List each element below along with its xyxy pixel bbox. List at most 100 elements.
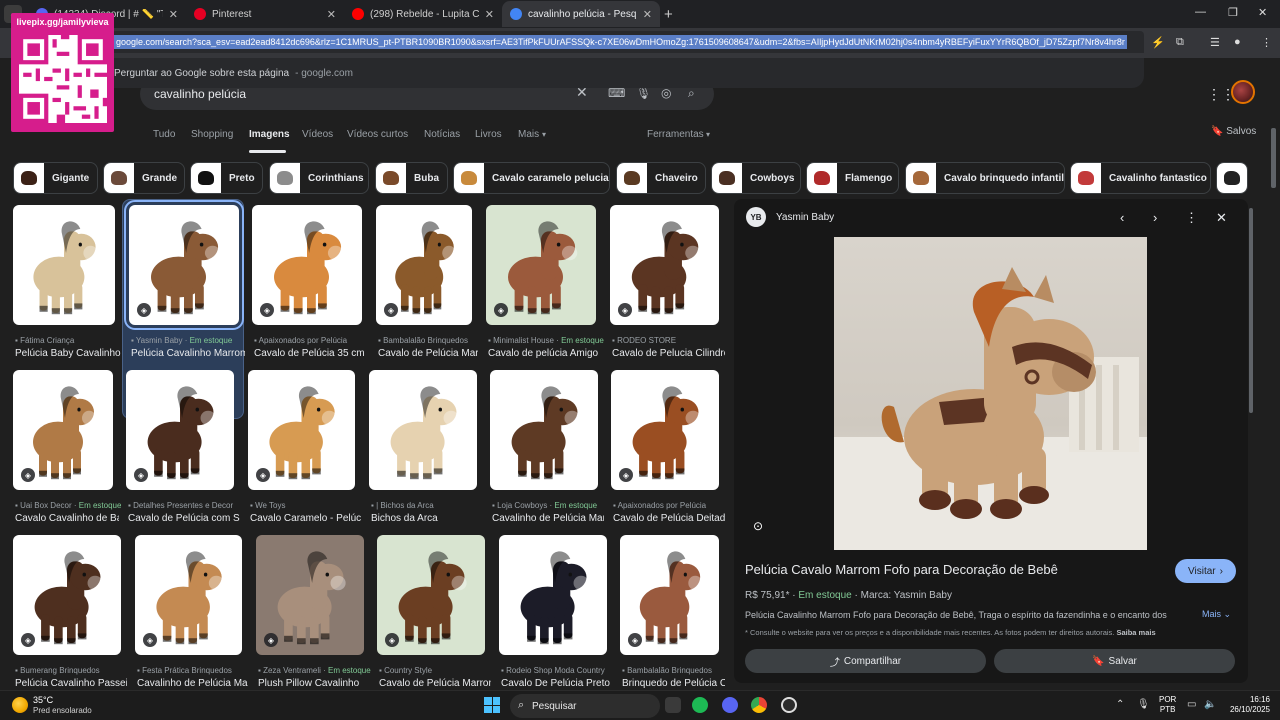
result-image[interactable]: ◈ (126, 370, 234, 490)
result-source[interactable]: ▪ Yasmin Baby · Em estoque (131, 336, 247, 345)
chrome-icon[interactable] (751, 697, 767, 713)
close-icon[interactable]: ✕ (1216, 210, 1227, 226)
tab-videos[interactable]: Vídeos (302, 129, 333, 140)
browser-menu-icon[interactable]: ⋮ (1261, 36, 1272, 49)
result-title[interactable]: Cavalo de Pelucia Cilindro (612, 348, 725, 359)
chip[interactable]: Cavalinho fantastico (1070, 162, 1211, 194)
image-result-card[interactable]: ◈ ▪ RODEO STORE Cavalo de Pelucia Cilindro (610, 205, 725, 365)
image-result-card[interactable]: ◈ ▪ Apaixonados por Pelúcia Cavalo de Pelú… (252, 205, 365, 365)
tab-youtube[interactable]: (298) Rebelde - Lupita Cantand ✕ (344, 1, 502, 27)
result-title[interactable]: Cavalinho de Pelúcia Marrom (492, 513, 604, 524)
search-query[interactable]: cavalinho pelúcia (154, 87, 246, 101)
result-image[interactable]: ◈ (486, 205, 596, 325)
result-source[interactable]: ▪ Detalhes Presentes e Decor (128, 501, 242, 510)
image-result-card[interactable]: ◈ ▪ Apaixonados por Pelúcia Cavalo de Pelú… (611, 370, 725, 530)
chip[interactable]: Grande (103, 162, 185, 194)
result-source[interactable]: ▪ We Toys (250, 501, 363, 510)
result-image[interactable]: ◈ (124, 200, 244, 330)
chip[interactable]: Buba (375, 162, 448, 194)
result-source[interactable]: ▪ Rodeio Shop Moda Country (501, 666, 615, 675)
preview-scrollbar[interactable] (1249, 208, 1253, 413)
tab-google-search[interactable]: cavalinho pelúcia - Pesquisa Go ✕ (502, 1, 660, 27)
result-source[interactable]: ▪ Fátima Criança (15, 336, 123, 345)
result-title[interactable]: Cavalinho de Pelúcia Marrom (137, 678, 248, 689)
result-title[interactable]: Brinquedo de Pelúcia Cavalo (622, 678, 725, 689)
image-result-card[interactable]: ◈ ▪ Bumerang Brinquedos Pelúcia Cavalinho … (13, 535, 127, 695)
chip[interactable]: Cowboys (711, 162, 801, 194)
extensions-puzzle-icon[interactable]: ⧉ (1176, 36, 1184, 49)
lens-icon[interactable]: ◎ (661, 86, 671, 100)
image-result-card[interactable]: ▪ Rodeio Shop Moda Country Cavalo De Pelú… (499, 535, 610, 695)
result-image[interactable]: ◈ (620, 535, 719, 655)
result-image[interactable]: ◈ (376, 205, 472, 325)
result-source[interactable]: ▪ Bambalalão Brinquedos (378, 336, 480, 345)
result-source[interactable]: ▪ Apaixonados por Pelúcia (613, 501, 727, 510)
save-button[interactable]: 🔖 Salvar (994, 649, 1235, 673)
image-result-card[interactable]: ▪ | Bichos da Arca Bichos da Arca (369, 370, 477, 530)
result-image[interactable]: ◈ (248, 370, 355, 490)
tab-more[interactable]: Mais (518, 129, 539, 140)
tab-books[interactable]: Livros (475, 129, 502, 140)
lens-search-icon[interactable]: ⊙ (753, 519, 763, 533)
account-avatar[interactable] (1231, 80, 1255, 104)
spotify-icon[interactable] (692, 697, 708, 713)
result-title[interactable]: Cavalo de Pelúcia Marrom (379, 678, 491, 689)
result-image[interactable]: ◈ (256, 535, 364, 655)
new-tab-button[interactable]: + (664, 6, 673, 23)
close-tab-icon[interactable]: ✕ (327, 8, 336, 21)
result-source[interactable]: ▪ Zeza Ventrameli · Em estoque (258, 666, 372, 675)
windows-start-icon[interactable] (484, 697, 500, 713)
volume-icon[interactable]: 🔈 (1204, 699, 1216, 710)
visit-button[interactable]: Visitar › (1175, 559, 1236, 583)
omnibox-suggestion[interactable]: Perguntar ao Google sobre esta página - … (100, 58, 1144, 88)
result-source[interactable]: ▪ Apaixonados por Pelúcia (254, 336, 370, 345)
close-tab-icon[interactable]: ✕ (169, 8, 178, 21)
image-result-card[interactable]: ◈ ▪ Country Style Cavalo de Pelúcia Marrom (377, 535, 491, 695)
reading-list-icon[interactable]: ☰ (1210, 36, 1220, 49)
image-result-card[interactable]: ◈ ▪ Festa Prática Brinquedos Cavalinho de … (135, 535, 248, 695)
saved-button[interactable]: 🔖 Salvos (1211, 126, 1256, 137)
image-result-card[interactable]: ▪ Fátima Criança Pelúcia Baby Cavalinho (13, 205, 121, 365)
image-result-card[interactable]: ◈ ▪ Detalhes Presentes e Decor Cavalo de P… (126, 370, 240, 530)
result-source[interactable]: ▪ | Bichos da Arca (371, 501, 485, 510)
more-button[interactable]: Mais ⌄ (1202, 609, 1231, 620)
result-image[interactable] (13, 205, 115, 325)
weather-temp[interactable]: 35°C (33, 695, 53, 705)
result-source[interactable]: ▪ Country Style (379, 666, 493, 675)
chip[interactable]: Gigante (13, 162, 98, 194)
result-title[interactable]: Cavalo de Pelúcia Deitado (613, 513, 725, 524)
app-icon[interactable] (781, 697, 797, 713)
image-result-card[interactable]: ◈ ▪ Bambalalão Brinquedos Cavalo de Pelúci… (376, 205, 478, 365)
result-title[interactable]: Pelúcia Baby Cavalinho (15, 348, 121, 359)
result-title[interactable]: Cavalo de pelúcia Amigo (488, 348, 602, 359)
preview-image[interactable] (834, 237, 1147, 550)
page-scrollbar[interactable] (1271, 128, 1276, 188)
result-title[interactable]: Pelúcia Cavalinho Marrom (131, 348, 245, 359)
next-icon[interactable]: › (1153, 210, 1157, 225)
profile-avatar-icon[interactable]: ● (1234, 36, 1241, 48)
result-source[interactable]: ▪ RODEO STORE (612, 336, 727, 345)
publisher-name[interactable]: Yasmin Baby (776, 212, 834, 223)
chip[interactable]: Flamengo (806, 162, 899, 194)
weather-status[interactable]: Pred ensolarado (33, 706, 92, 715)
image-result-card[interactable]: ◈ ▪ We Toys Cavalo Caramelo - Pelúcia (248, 370, 361, 530)
result-source[interactable]: ▪ Bumerang Brinquedos (15, 666, 129, 675)
tab-shopping[interactable]: Shopping (191, 129, 233, 140)
image-result-card[interactable]: ▪ Loja Cowboys · Em estoque Cavalinho de … (490, 370, 604, 530)
result-title[interactable]: Pelúcia Cavalinho Passeio (15, 678, 127, 689)
chevron-up-icon[interactable]: ⌃ (1116, 699, 1124, 710)
task-view-icon[interactable] (665, 697, 681, 713)
image-result-card[interactable]: ◈ ▪ Minimalist House · Em estoque Cavalo d… (486, 205, 604, 365)
product-title[interactable]: Pelúcia Cavalo Marrom Fofo para Decoraçã… (745, 562, 1058, 577)
restore-icon[interactable]: ❐ (1228, 6, 1238, 19)
share-button[interactable]: ⤴ Compartilhar (745, 649, 986, 673)
tab-pinterest[interactable]: Pinterest ✕ (186, 1, 344, 27)
result-image[interactable]: ◈ (610, 205, 719, 325)
chip[interactable]: Cavalo caramelo pelucia (453, 162, 610, 194)
result-title[interactable]: Cavalo de Pelúcia com Som (128, 513, 240, 524)
image-result-card[interactable]: ◈ ▪ Bambalalão Brinquedos Brinquedo de Pel… (620, 535, 725, 695)
result-image[interactable] (490, 370, 598, 490)
chip[interactable] (1216, 162, 1248, 194)
microphone-icon[interactable]: 🎙 (1137, 699, 1150, 710)
learn-more-link[interactable]: Saiba mais (1116, 628, 1155, 637)
